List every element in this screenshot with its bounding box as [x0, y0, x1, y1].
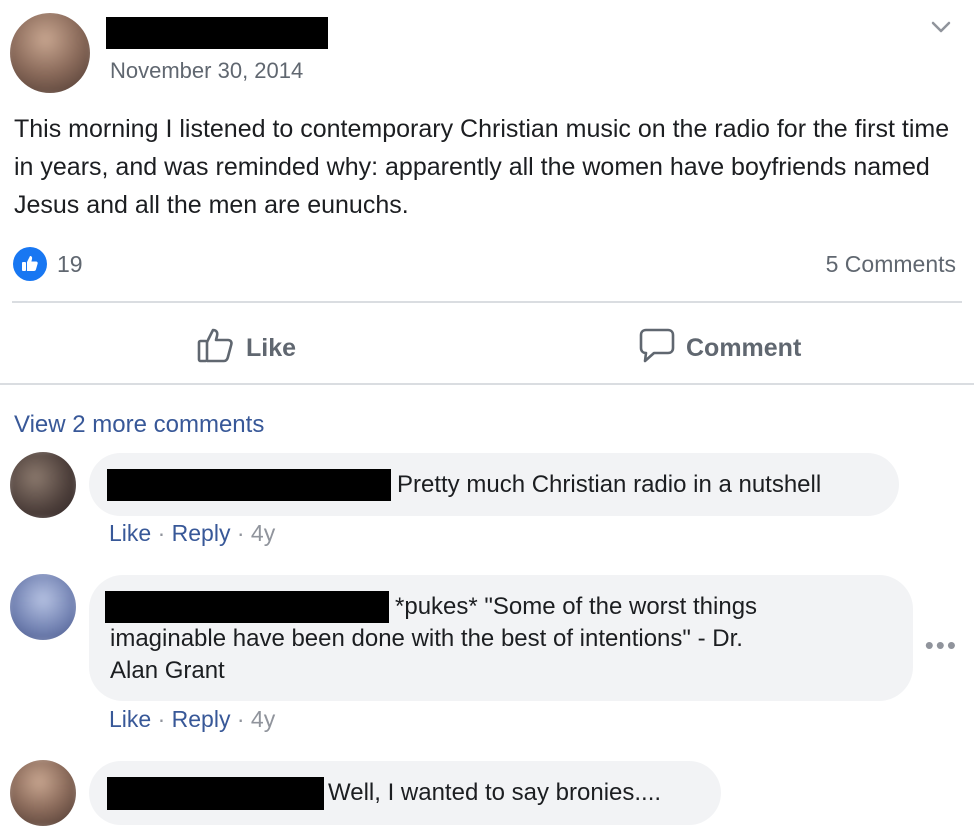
comment-text: Well, I wanted to say bronies....: [328, 779, 662, 806]
comment-text-line-2: imaginable have been done with the best …: [110, 625, 743, 652]
comment-text-line-3: Alan Grant: [110, 657, 225, 684]
redacted-author-name: [106, 17, 328, 49]
comment-meta: Like · Reply · 4y: [109, 520, 275, 547]
comments-count[interactable]: 5 Comments: [826, 251, 956, 278]
divider: [0, 383, 974, 385]
chevron-down-icon[interactable]: [928, 14, 954, 40]
like-button[interactable]: Like: [196, 326, 296, 371]
redacted-commenter-name: [107, 469, 391, 501]
separator-dot: ·: [236, 706, 251, 732]
separator-dot: ·: [157, 520, 172, 546]
thumbs-up-icon[interactable]: [13, 247, 47, 281]
comment-reply-link[interactable]: Reply: [172, 520, 231, 546]
comment-bubble: Pretty much Christian radio in a nutshel…: [89, 453, 899, 516]
comment-like-link[interactable]: Like: [109, 520, 151, 546]
comment-button-label: Comment: [686, 334, 802, 362]
comment-text: Pretty much Christian radio in a nutshel…: [397, 471, 822, 498]
comment-meta: Like · Reply · 4y: [109, 706, 275, 733]
view-more-comments-link[interactable]: View 2 more comments: [14, 411, 264, 439]
separator-dot: ·: [157, 706, 172, 732]
comment-bubble: *pukes* "Some of the worst things imagin…: [89, 575, 913, 701]
commenter-avatar[interactable]: [10, 760, 76, 826]
like-count[interactable]: 19: [57, 251, 83, 278]
redacted-commenter-name: [107, 777, 324, 810]
comment-text-line-1: *pukes* "Some of the worst things: [395, 593, 758, 620]
commenter-avatar[interactable]: [10, 574, 76, 640]
more-options-icon[interactable]: •••: [925, 630, 958, 661]
commenter-avatar[interactable]: [10, 452, 76, 518]
separator-dot: ·: [236, 520, 251, 546]
comment-like-link[interactable]: Like: [109, 706, 151, 732]
comment-timestamp[interactable]: 4y: [251, 706, 275, 732]
comment-timestamp[interactable]: 4y: [251, 520, 275, 546]
redacted-commenter-name: [105, 591, 389, 623]
comment-reply-link[interactable]: Reply: [172, 706, 231, 732]
speech-bubble-icon: [638, 326, 676, 371]
thumbs-up-outline-icon: [196, 326, 236, 371]
comment-bubble: Well, I wanted to say bronies....: [89, 761, 721, 825]
like-button-label: Like: [246, 334, 297, 362]
post-author-avatar[interactable]: [10, 13, 90, 93]
post-date[interactable]: November 30, 2014: [110, 58, 303, 84]
divider: [12, 301, 962, 303]
comment-button[interactable]: Comment: [638, 326, 801, 371]
post-text: This morning I listened to contemporary …: [14, 115, 950, 219]
